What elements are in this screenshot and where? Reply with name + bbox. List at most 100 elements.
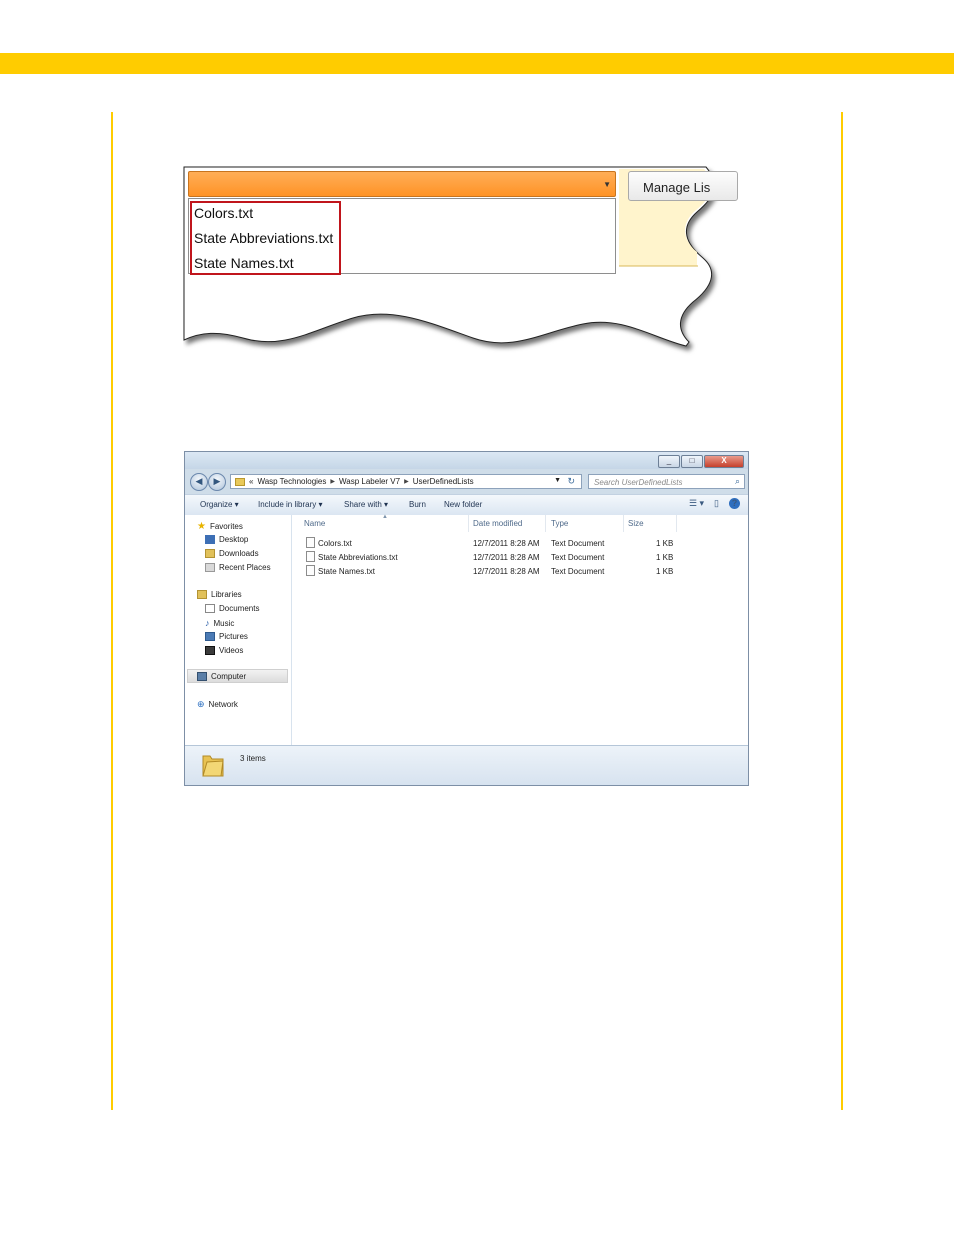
nav-label: Music [213, 618, 235, 628]
file-date: 12/7/2011 8:28 AM [473, 539, 540, 548]
nav-item-pictures[interactable]: Pictures [205, 632, 248, 641]
list-item[interactable]: State Names.txt [194, 255, 294, 271]
search-input[interactable]: Search UserDefinedLists ⌕ [588, 474, 745, 489]
search-placeholder: Search UserDefinedLists [594, 478, 683, 487]
folder-icon [235, 477, 245, 486]
file-date: 12/7/2011 8:28 AM [473, 567, 540, 576]
recent-places-icon [205, 563, 215, 572]
folder-icon [202, 755, 224, 777]
back-arrow-icon[interactable]: ◀ [190, 473, 208, 491]
nav-item-computer[interactable]: Computer [197, 672, 246, 681]
nav-label: Favorites [209, 522, 243, 531]
refresh-icon[interactable]: ↻ [567, 476, 575, 487]
command-toolbar: Organize ▾ Include in library ▾ Share wi… [185, 494, 748, 516]
share-with-button[interactable]: Share with ▾ [344, 500, 388, 509]
downloads-folder-icon [205, 549, 215, 558]
nav-item-videos[interactable]: Videos [205, 646, 243, 655]
column-divider[interactable] [545, 515, 546, 532]
computer-icon [197, 672, 207, 681]
breadcrumb-item[interactable]: Wasp Technologies [257, 477, 326, 486]
left-margin-rule [111, 112, 113, 1110]
nav-label: Computer [211, 672, 247, 681]
nav-item-music[interactable]: ♪ Music [205, 618, 234, 628]
navigation-pane: ★ Favorites Desktop Downloads Recent Pla… [185, 515, 292, 745]
desktop-icon [205, 535, 215, 544]
nav-item-documents[interactable]: Documents [205, 604, 259, 613]
address-bar[interactable]: « Wasp Technologies ▶ Wasp Labeler V7 ▶ … [230, 474, 582, 489]
file-type: Text Document [551, 553, 605, 562]
nav-label: Documents [219, 604, 260, 613]
nav-label: Network [208, 700, 238, 709]
list-item[interactable]: Colors.txt [194, 205, 253, 221]
close-button[interactable]: X [704, 455, 744, 468]
file-size: 1 KB [656, 567, 674, 576]
item-count: 3 items [240, 754, 266, 763]
navigation-bar: ◀ ▶ « Wasp Technologies ▶ Wasp Labeler V… [185, 470, 748, 494]
dropdown-screenshot: ▼ Manage Lis Colors.txt State Abbreviati… [183, 166, 738, 378]
chevron-right-icon[interactable]: ▶ [330, 478, 335, 485]
table-row[interactable]: State Names.txt 12/7/2011 8:28 AM Text D… [292, 565, 748, 579]
breadcrumb-item[interactable]: Wasp Labeler V7 [339, 477, 400, 486]
file-name: State Names.txt [318, 567, 375, 576]
nav-label: Downloads [219, 549, 259, 558]
right-margin-rule [841, 112, 843, 1110]
nav-item-libraries[interactable]: Libraries [197, 590, 242, 599]
nav-label: Desktop [219, 535, 249, 544]
text-file-icon [306, 551, 315, 562]
file-type: Text Document [551, 567, 605, 576]
file-size: 1 KB [656, 539, 674, 548]
nav-label: Libraries [211, 590, 242, 599]
file-type: Text Document [551, 539, 605, 548]
nav-item-favorites[interactable]: ★ Favorites [197, 521, 243, 532]
file-size: 1 KB [656, 553, 674, 562]
explorer-window: _ □ X ◀ ▶ « Wasp Technologies ▶ Wasp Lab… [184, 451, 749, 786]
nav-item-recent-places[interactable]: Recent Places [205, 563, 271, 572]
table-row[interactable]: State Abbreviations.txt 12/7/2011 8:28 A… [292, 551, 748, 565]
column-header-name[interactable]: Name [304, 519, 325, 528]
nav-item-desktop[interactable]: Desktop [205, 535, 248, 544]
maximize-button[interactable]: □ [681, 455, 703, 468]
chevron-down-icon[interactable]: ▼ [554, 477, 561, 484]
forward-arrow-icon[interactable]: ▶ [208, 473, 226, 491]
table-row[interactable]: Colors.txt 12/7/2011 8:28 AM Text Docume… [292, 537, 748, 551]
text-file-icon [306, 537, 315, 548]
view-options-icon[interactable]: ☰ ▾ [689, 498, 704, 509]
file-date: 12/7/2011 8:28 AM [473, 553, 540, 562]
chevron-right-icon[interactable]: ▶ [404, 478, 409, 485]
documents-icon [205, 604, 215, 613]
column-divider[interactable] [623, 515, 624, 532]
videos-icon [205, 646, 215, 655]
breadcrumb-item[interactable]: UserDefinedLists [413, 477, 474, 486]
column-header-type[interactable]: Type [551, 519, 568, 528]
nav-item-downloads[interactable]: Downloads [205, 549, 259, 558]
list-combo-box[interactable]: ▼ [188, 171, 616, 197]
column-divider[interactable] [676, 515, 677, 532]
nav-item-network[interactable]: ⊕ Network [197, 699, 238, 710]
address-overflow[interactable]: « [249, 477, 253, 486]
star-icon: ★ [197, 521, 206, 532]
include-in-library-button[interactable]: Include in library ▾ [258, 500, 323, 509]
file-list-pane: ▲ Name Date modified Type Size Colors.tx… [292, 514, 748, 745]
list-item[interactable]: State Abbreviations.txt [194, 230, 333, 246]
file-name: State Abbreviations.txt [318, 553, 398, 562]
column-divider[interactable] [468, 515, 469, 532]
details-pane: 3 items [185, 745, 748, 785]
minimize-button[interactable]: _ [658, 455, 680, 468]
column-header-size[interactable]: Size [628, 519, 644, 528]
burn-button[interactable]: Burn [409, 500, 426, 509]
new-folder-button[interactable]: New folder [444, 500, 482, 509]
manage-lists-button[interactable]: Manage Lis [628, 171, 738, 201]
dropdown-list: Colors.txt State Abbreviations.txt State… [188, 198, 616, 275]
preview-pane-icon[interactable]: ▯ [714, 498, 719, 509]
column-header-date-modified[interactable]: Date modified [473, 519, 522, 528]
pictures-icon [205, 632, 215, 641]
nav-label: Pictures [219, 632, 248, 641]
network-icon: ⊕ [197, 699, 205, 709]
search-icon[interactable]: ⌕ [735, 476, 740, 487]
file-name: Colors.txt [318, 539, 352, 548]
help-icon[interactable]: ? [729, 498, 740, 509]
sort-arrow-icon: ▲ [382, 514, 388, 520]
organize-button[interactable]: Organize ▾ [200, 500, 239, 509]
text-file-icon [306, 565, 315, 576]
title-bar: _ □ X [185, 452, 748, 469]
